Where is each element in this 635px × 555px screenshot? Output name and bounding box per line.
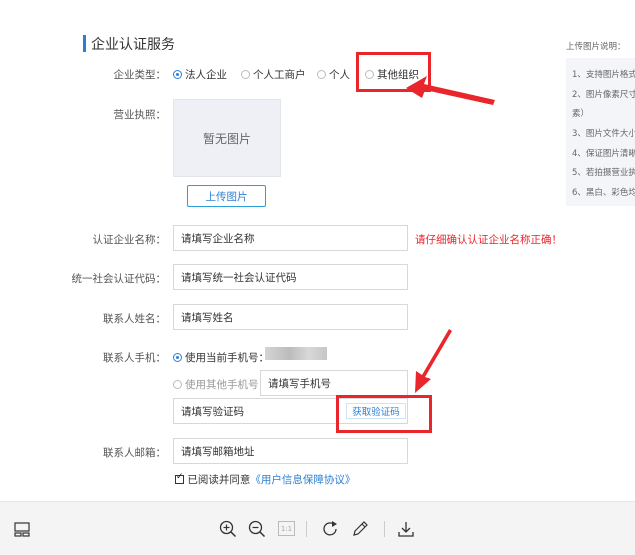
zoom-in-icon[interactable] [219,520,237,538]
contact-phone-label: 联系人手机： [103,352,166,364]
annotation-arrow-icon [415,329,452,393]
agreement-link[interactable]: 《用户信息保障协议》 [250,474,355,486]
contact-name-label: 联系人姓名： [103,313,166,325]
radio-selected-icon [173,70,182,79]
radio-option-legal-entity[interactable]: 法人企业 [173,67,227,82]
radio-option-individual[interactable]: 个人 [317,67,350,82]
radio-option-individual-business[interactable]: 个人工商户 [241,67,306,82]
radio-use-current-phone[interactable]: 使用当前手机号： [173,350,269,365]
toolbar-divider [306,521,307,537]
section-accent-bar [83,35,86,52]
enterprise-type-label: 企业类型： [113,69,167,81]
sidebar-tip: 2、图片像素尺寸 [572,90,635,100]
sidebar-tip: 1、支持图片格式 [572,70,635,80]
sidebar-title: 上传图片说明： [566,42,626,52]
company-name-input[interactable]: 请填写企业名称 [173,225,408,251]
annotation-arrow-icon [406,76,495,105]
agreement-text: 已阅读并同意 [187,474,251,486]
sidebar-tip: 5、若拍摄营业执 [572,168,635,178]
phone-number-input[interactable]: 请填写手机号 [260,370,408,396]
agreement-checkbox[interactable] [175,472,184,484]
layout-icon[interactable] [13,520,31,538]
radio-icon [317,70,326,79]
radio-selected-icon [173,353,182,362]
edit-pencil-icon[interactable] [351,520,369,538]
radio-icon [173,380,182,389]
upload-image-button[interactable]: 上传图片 [187,185,266,207]
business-license-label: 营业执照： [113,109,167,121]
license-image-placeholder: 暂无图片 [173,99,281,177]
highlight-box-get-code [336,395,432,433]
contact-email-label: 联系人邮箱： [103,447,166,459]
agreement-row: 已阅读并同意《用户信息保障协议》 [175,472,355,487]
company-name-warning: 请仔细确认认证企业名称正确！ [415,234,562,246]
section-title: 企业认证服务 [91,37,175,53]
credit-code-label: 统一社会认证代码： [71,273,167,285]
masked-phone-number [265,347,327,360]
viewer-toolbar: 1:1 [0,501,635,555]
rotate-icon[interactable] [322,520,340,538]
radio-icon [241,70,250,79]
credit-code-input[interactable]: 请填写统一社会认证代码 [173,264,408,290]
sidebar-tip: 3、图片文件大小 [572,129,635,139]
contact-name-input[interactable]: 请填写姓名 [173,304,408,330]
sidebar-tip: 6、黑白、彩色均 [572,188,635,198]
company-name-label: 认证企业名称： [92,234,167,246]
contact-email-input[interactable]: 请填写邮箱地址 [173,438,408,464]
sidebar-tip: 4、保证图片清晰 [572,149,635,159]
radio-use-other-phone[interactable]: 使用其他手机号： [173,377,269,392]
download-icon[interactable] [397,520,415,538]
sidebar-tip: 素） [572,109,590,119]
toolbar-divider [384,521,385,537]
actual-size-button[interactable]: 1:1 [278,521,295,536]
zoom-out-icon[interactable] [248,520,266,538]
